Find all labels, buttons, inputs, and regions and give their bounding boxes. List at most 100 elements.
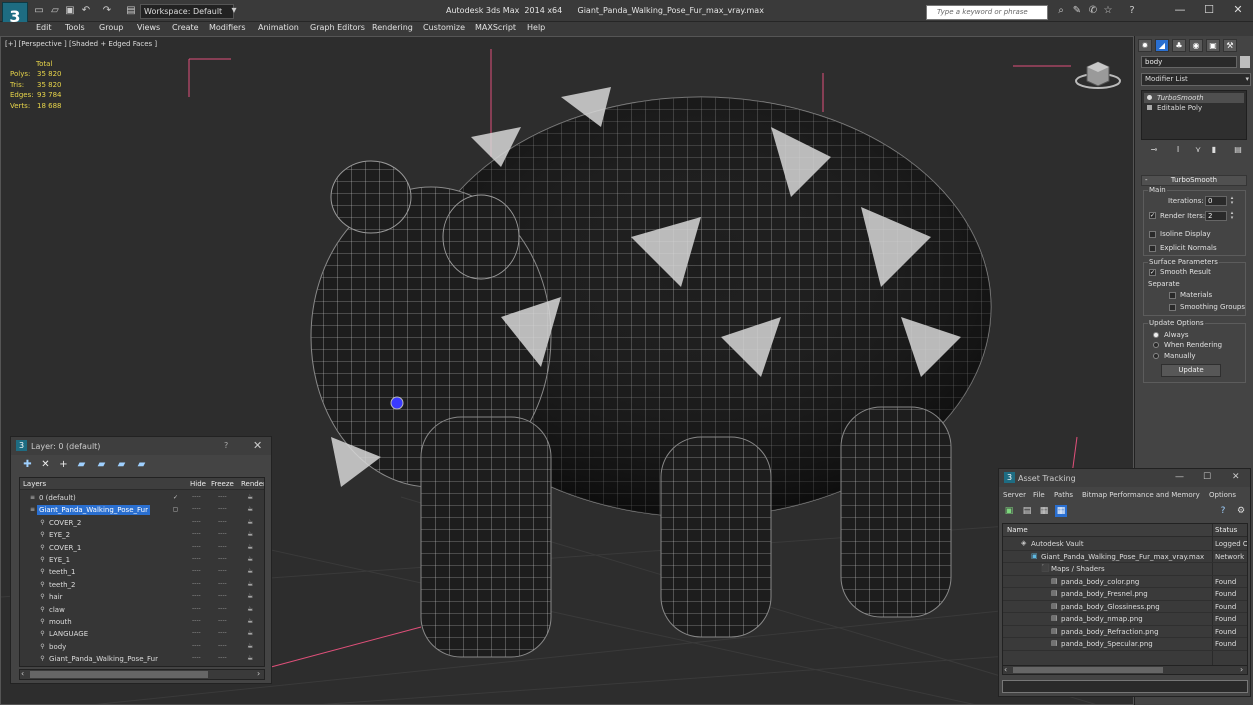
layer-name[interactable]: LANGUAGE [47,629,90,639]
iterations-spinner[interactable]: 0 [1205,196,1227,206]
render-teapot-icon[interactable]: ☕ [247,567,253,575]
subscription-icon[interactable]: ✎ [1071,5,1083,17]
new-file-icon[interactable]: ▭ [33,5,45,17]
menu-customize[interactable]: Customize [423,23,465,32]
toggle-dash[interactable]: ---- [192,505,201,512]
layer-row[interactable]: ⚲ LANGUAGE ---- ---- ☕ [20,628,264,640]
menu-maxscript[interactable]: MAXScript [475,23,516,32]
layer-name[interactable]: mouth [47,617,74,627]
asset-row[interactable]: ▤ panda_body_Glossiness.png Found [1003,601,1247,613]
layer-row[interactable]: ⚲ hair ---- ---- ☕ [20,591,264,603]
menu-create[interactable]: Create [172,23,199,32]
menu-animation[interactable]: Animation [258,23,299,32]
layer-row[interactable]: ⚲ body ---- ---- ☕ [20,641,264,653]
toggle-dash[interactable]: ---- [218,654,227,661]
close-button[interactable]: ✕ [1232,472,1240,482]
asset-menu-bitmap-performance[interactable]: Bitmap Performance and Memory [1082,491,1200,499]
render-teapot-icon[interactable]: ☕ [247,580,253,588]
asset-row[interactable]: ▤ panda_body_color.png Found [1003,576,1247,588]
expand-icon[interactable] [1147,105,1152,110]
update-button[interactable]: Update [1161,364,1221,377]
layer-name[interactable]: claw [47,605,67,615]
show-end-result-icon[interactable]: I [1173,145,1183,155]
toggle-dash[interactable]: ---- [192,493,201,500]
help-icon[interactable]: ? [1217,505,1229,517]
help-icon[interactable]: ? [1126,5,1138,17]
toggle-dash[interactable]: ---- [192,555,201,562]
pin-stack-icon[interactable]: ⊸ [1149,145,1159,155]
layer-name[interactable]: Giant_Panda_Walking_Pose_Fur [47,654,160,664]
spinner-arrows-icon[interactable]: ▴ ▾ [1229,211,1235,221]
list-icon[interactable]: ▤ [1021,505,1033,517]
favorites-icon[interactable]: ☆ [1102,5,1114,17]
settings-icon[interactable]: ⚙ [1235,505,1247,517]
render-teapot-icon[interactable]: ☕ [247,505,253,513]
column-name[interactable]: Name [1007,526,1028,534]
menu-group[interactable]: Group [99,23,123,32]
column-hide[interactable]: Hide [190,480,206,488]
render-teapot-icon[interactable]: ☕ [247,530,253,538]
save-icon[interactable]: ▣ [64,5,76,17]
create-layer-icon[interactable]: ✚ [21,458,34,471]
table-icon[interactable]: ▦ [1038,505,1050,517]
asset-panel-titlebar[interactable]: 3 Asset Tracking — ☐ ✕ [999,469,1250,487]
toggle-dash[interactable]: ---- [218,530,227,537]
binoculars-icon[interactable]: ⌕ [1055,5,1067,17]
remove-modifier-icon[interactable]: ▮ [1209,145,1219,155]
column-freeze[interactable]: Freeze [211,480,234,488]
maximize-button[interactable]: ☐ [1203,472,1211,482]
set-current-box-icon[interactable]: ▢ [172,506,179,513]
menu-edit[interactable]: Edit [36,23,52,32]
toggle-dash[interactable]: ---- [192,617,201,624]
minimize-button[interactable]: — [1175,472,1184,482]
render-teapot-icon[interactable]: ☕ [247,617,253,625]
hide-all-icon[interactable]: ▰ [115,458,128,471]
layer-name[interactable]: hair [47,592,65,602]
project-folder-icon[interactable]: ▤ [125,5,137,17]
always-radio[interactable] [1153,332,1159,338]
close-button[interactable]: ✕ [1220,0,1253,20]
layer-row[interactable]: ≡ 0 (default) ✓ ---- ---- ☕ [20,492,264,504]
add-to-layer-icon[interactable]: + [57,458,70,471]
modify-tab-icon[interactable]: ◢ [1155,39,1169,52]
isoline-display-checkbox[interactable] [1149,231,1156,238]
layer-row[interactable]: ⚲ COVER_1 ---- ---- ☕ [20,542,264,554]
collapse-icon[interactable]: - [1145,176,1148,185]
toggle-dash[interactable]: ---- [192,592,201,599]
motion-tab-icon[interactable]: ◉ [1189,39,1203,52]
toggle-dash[interactable]: ---- [218,518,227,525]
toggle-dash[interactable]: ---- [218,580,227,587]
column-render[interactable]: Render [241,480,264,488]
render-teapot-icon[interactable]: ☕ [247,629,253,637]
asset-row[interactable]: ▤ panda_body_nmap.png Found [1003,613,1247,626]
redo-icon[interactable]: ↷ [101,5,113,17]
modifier-list-dropdown[interactable]: Modifier List ▾ [1141,73,1251,86]
toggle-dash[interactable]: ---- [192,530,201,537]
column-status[interactable]: Status [1215,526,1237,534]
freeze-all-icon[interactable]: ▰ [135,458,148,471]
object-color-swatch[interactable] [1240,56,1250,68]
layer-row[interactable]: ⚲ EYE_1 ---- ---- ☕ [20,554,264,566]
scroll-right-icon[interactable]: › [257,669,260,678]
layer-row[interactable]: ⚲ Giant_Panda_Walking_Pose_Fur ---- ---- ☕ [20,653,264,665]
asset-row[interactable]: ▤ panda_body_Specular.png Found [1003,638,1247,651]
undo-icon[interactable]: ↶ [80,5,92,17]
materials-checkbox[interactable] [1169,292,1176,299]
smooth-result-checkbox[interactable]: ✓ [1149,269,1156,276]
menu-rendering[interactable]: Rendering [372,23,413,32]
manually-radio[interactable] [1153,353,1159,359]
asset-path-field[interactable] [1002,680,1248,693]
toggle-dash[interactable]: ---- [192,580,201,587]
configure-sets-icon[interactable]: ▤ [1233,145,1243,155]
explicit-normals-checkbox[interactable] [1149,245,1156,252]
toggle-dash[interactable]: ---- [192,567,201,574]
render-teapot-icon[interactable]: ☕ [247,592,253,600]
toggle-dash[interactable]: ---- [218,642,227,649]
communication-icon[interactable]: ✆ [1087,5,1099,17]
when-rendering-radio[interactable] [1153,342,1159,348]
toggle-dash[interactable]: ---- [218,605,227,612]
menu-views[interactable]: Views [137,23,160,32]
viewcube-icon[interactable] [1073,59,1123,95]
highlight-layer-icon[interactable]: ▰ [95,458,108,471]
asset-menu-options[interactable]: Options [1209,491,1236,499]
